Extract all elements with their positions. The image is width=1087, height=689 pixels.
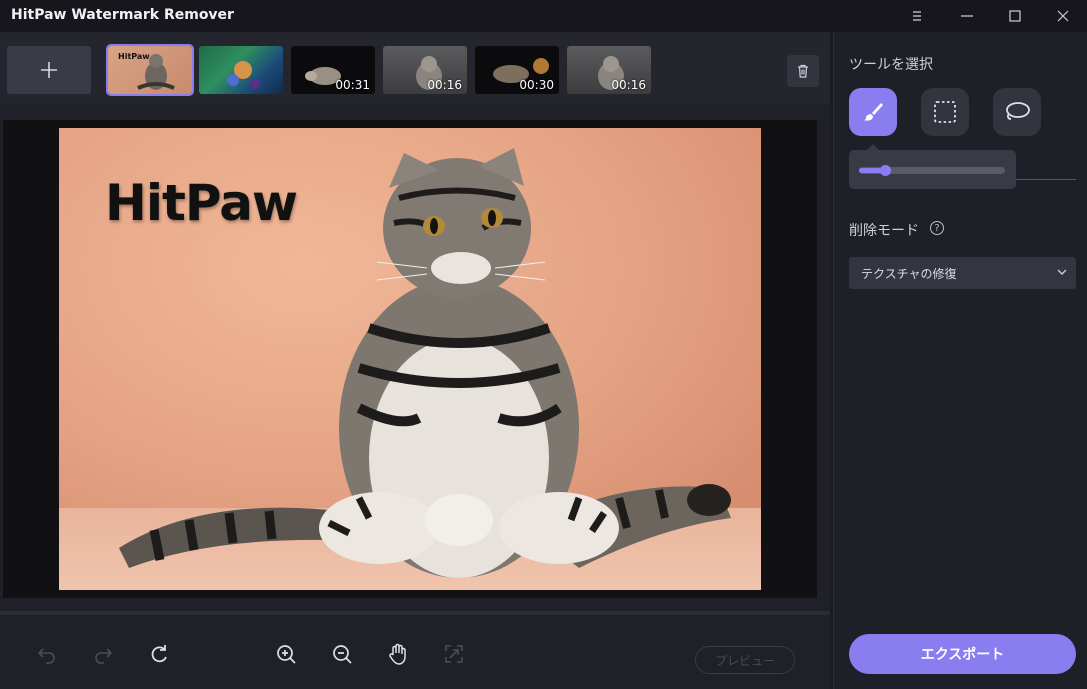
slider-knob[interactable] [880, 165, 891, 176]
export-button[interactable]: エクスポート [849, 634, 1076, 674]
divider [1016, 179, 1076, 180]
tool-panel: ツールを選択 削除モード ? テクスチャの修復 エクスポート [833, 32, 1087, 689]
lasso-tool-button[interactable] [993, 88, 1041, 136]
brush-icon [864, 103, 883, 121]
thumbnail-duration: 00:30 [519, 78, 554, 92]
undo-icon [37, 648, 55, 664]
fit-screen-button[interactable] [441, 641, 467, 667]
undo-button[interactable] [34, 641, 60, 667]
brush-size-slider[interactable] [849, 144, 1016, 189]
thumbnail-image [227, 61, 260, 89]
close-icon [1057, 10, 1069, 22]
title-bar: HitPaw Watermark Remover [0, 0, 1087, 32]
image-preview[interactable]: HitPaw [59, 128, 761, 590]
trash-icon [798, 64, 808, 78]
brush-tool-button[interactable] [849, 88, 897, 136]
help-icon[interactable]: ? [930, 221, 944, 235]
menu-button[interactable] [894, 0, 940, 32]
thumbnail-duration: 00:16 [427, 78, 462, 92]
reset-button[interactable] [146, 641, 172, 667]
fit-icon [445, 645, 463, 663]
maximize-button[interactable] [992, 0, 1038, 32]
removal-mode-label: 削除モード [849, 223, 919, 239]
zoom-in-icon [277, 645, 296, 664]
rectangle-tool-button[interactable] [921, 88, 969, 136]
menu-icon [913, 11, 921, 21]
plus-icon [41, 62, 57, 78]
app-title: HitPaw Watermark Remover [11, 7, 234, 23]
tool-select-label: ツールを選択 [849, 57, 933, 73]
preview-button[interactable]: プレビュー [695, 646, 795, 674]
chevron-down-icon [1057, 269, 1067, 275]
workspace: HitPaw 00:31 00:16 00:30 00:16 HitPaw プレ… [0, 32, 830, 689]
thumbnail-duration: 00:16 [611, 78, 646, 92]
thumbnail-item[interactable]: HitPaw [106, 44, 194, 96]
redo-icon [95, 648, 113, 664]
zoom-in-button[interactable] [273, 641, 299, 667]
bottom-toolbar: プレビュー [0, 615, 830, 689]
thumbnail-bar: HitPaw 00:31 00:16 00:30 00:16 [0, 32, 830, 104]
thumbnail-watermark: HitPaw [118, 52, 150, 61]
thumbnail-item[interactable] [199, 46, 283, 94]
thumbnail-item[interactable]: 00:31 [291, 46, 375, 94]
thumbnail-duration: 00:31 [335, 78, 370, 92]
close-button[interactable] [1040, 0, 1086, 32]
thumbnail-item[interactable]: 00:30 [475, 46, 559, 94]
zoom-out-button[interactable] [329, 641, 355, 667]
maximize-icon [1009, 10, 1021, 22]
minimize-icon [961, 15, 973, 17]
removal-mode-value: テクスチャの修復 [861, 267, 957, 281]
reset-icon [151, 645, 167, 663]
redo-button[interactable] [90, 641, 116, 667]
hand-tool-button[interactable] [385, 641, 411, 667]
hand-icon [389, 643, 406, 665]
delete-button[interactable] [787, 55, 819, 87]
zoom-out-icon [333, 645, 352, 664]
canvas-area[interactable]: HitPaw [3, 120, 817, 598]
watermark-text: HitPaw [105, 174, 298, 232]
removal-mode-select[interactable]: テクスチャの修復 [849, 257, 1076, 289]
thumbnail-item[interactable]: 00:16 [383, 46, 467, 94]
thumbnail-item[interactable]: 00:16 [567, 46, 651, 94]
lasso-icon [1006, 102, 1030, 120]
rectangle-select-icon [934, 101, 956, 123]
minimize-button[interactable] [944, 0, 990, 32]
add-file-button[interactable] [7, 46, 91, 94]
